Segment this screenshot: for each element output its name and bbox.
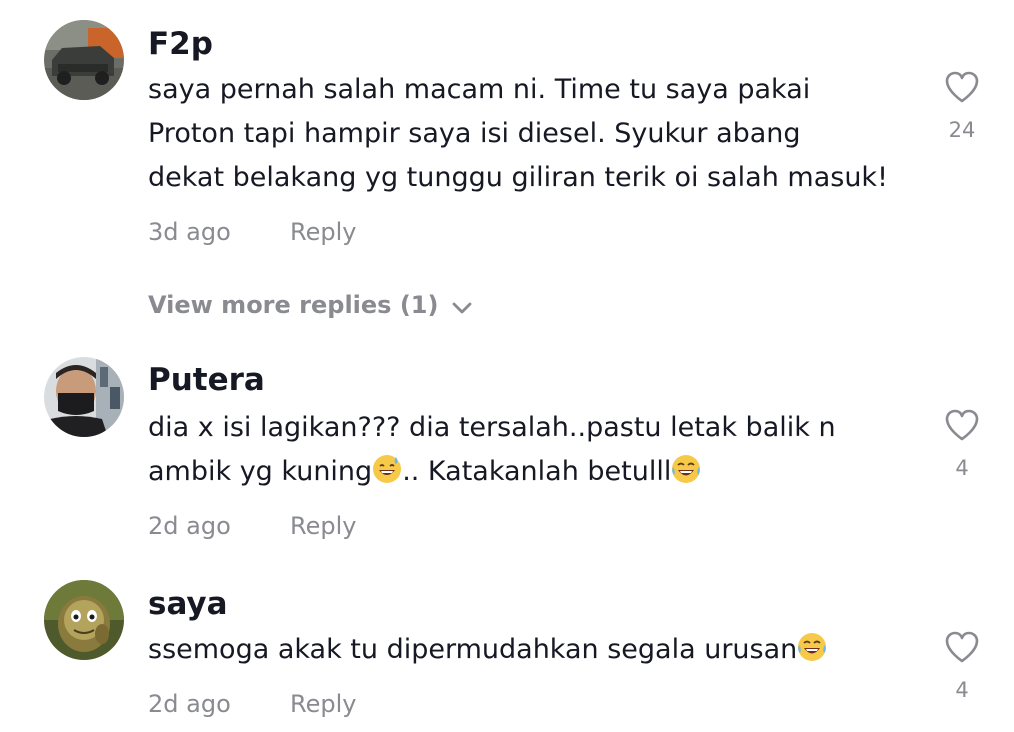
tears-of-joy-emoji (798, 633, 827, 661)
like-count: 4 (955, 678, 969, 702)
comment-meta: 3d ago Reply (148, 216, 356, 248)
like-button[interactable]: 4 (940, 630, 984, 702)
avatar-image (44, 20, 124, 100)
comment-meta: 2d ago Reply (148, 688, 356, 720)
comment-timestamp: 2d ago (148, 690, 231, 718)
view-more-replies-button[interactable]: View more replies (1) (148, 289, 472, 322)
comment-timestamp: 2d ago (148, 512, 231, 540)
avatar[interactable] (44, 20, 124, 100)
reply-button[interactable]: Reply (290, 688, 356, 720)
like-count: 4 (955, 456, 969, 480)
like-count: 24 (948, 118, 976, 142)
grinning-sweat-emoji (373, 455, 402, 483)
avatar-image (44, 357, 124, 437)
comment-username[interactable]: Putera (148, 360, 265, 400)
comment-meta: 2d ago Reply (148, 510, 356, 542)
reply-button[interactable]: Reply (290, 216, 356, 248)
tears-of-joy-emoji (672, 455, 701, 483)
reply-button[interactable]: Reply (290, 510, 356, 542)
heart-outline-icon (945, 409, 979, 441)
view-more-label: View more replies (1) (148, 291, 439, 319)
chevron-down-icon (452, 290, 472, 322)
comment-text-line: .. Katakanlah betulll (402, 456, 672, 487)
comment-text: ssemoga akak tu dipermudahkan segala uru… (148, 628, 928, 672)
heart-outline-icon (945, 631, 979, 663)
comment-text-line: dia x isi lagikan??? dia tersalah..pastu… (148, 412, 836, 443)
comment-text-line: ambik yg kuning (148, 456, 373, 487)
comment-timestamp: 3d ago (148, 218, 231, 246)
avatar[interactable] (44, 357, 124, 437)
comment-username[interactable]: saya (148, 584, 228, 624)
like-button[interactable]: 24 (940, 70, 984, 142)
comment-text: saya pernah salah macam ni. Time tu saya… (148, 74, 888, 193)
like-button[interactable]: 4 (940, 408, 984, 480)
heart-outline-icon (945, 71, 979, 103)
avatar-image (44, 580, 124, 660)
avatar[interactable] (44, 580, 124, 660)
comment-username[interactable]: F2p (148, 24, 213, 64)
comment-text-line: ssemoga akak tu dipermudahkan segala uru… (148, 634, 798, 665)
comment-text: dia x isi lagikan??? dia tersalah..pastu… (148, 406, 928, 494)
